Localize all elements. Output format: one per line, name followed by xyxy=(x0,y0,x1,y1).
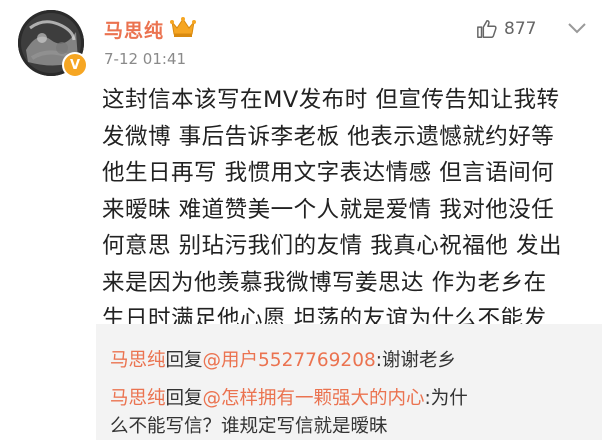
like-button[interactable]: 877 xyxy=(476,18,536,40)
reply-section: 马思纯回复@用户5527769208:谢谢老乡 马思纯回复@怎样拥有一颗强大的内… xyxy=(96,324,602,440)
verified-badge: V xyxy=(62,52,88,78)
reply-item-continued: 么不能写信？谁规定写信就是暧昧 xyxy=(110,412,388,438)
vip-v-icon: V xyxy=(69,57,81,73)
thumbs-up-icon xyxy=(477,20,497,38)
reply-author[interactable]: 马思纯 xyxy=(110,350,166,371)
reply-text: 么不能写信？谁规定写信就是暧昧 xyxy=(110,416,388,437)
chevron-down-icon[interactable] xyxy=(566,20,588,36)
reply-item[interactable]: 马思纯回复@用户5527769208:谢谢老乡 xyxy=(110,346,456,372)
post-line: 这封信本该写在MV发布时 但宣传告知让我转 xyxy=(102,87,560,113)
reply-verb: 回复 xyxy=(165,350,203,371)
crown-icon[interactable] xyxy=(170,16,196,38)
reply-mention[interactable]: @怎样拥有一颗强大的内心 xyxy=(203,388,425,409)
post-username[interactable]: 马思纯 xyxy=(104,16,164,43)
post-line: 来是因为他羡慕我微博写姜思达 作为老乡在 xyxy=(102,269,547,296)
post-line: 发微博 事后告诉李老板 他表示遗憾就约好等 xyxy=(102,123,555,150)
reply-item[interactable]: 马思纯回复@怎样拥有一颗强大的内心:为什 xyxy=(110,384,468,410)
post-line: 何意思 别玷污我们的友情 我真心祝福他 发出 xyxy=(102,233,562,259)
reply-text: :为什 xyxy=(424,388,468,409)
post-text: 这封信本该写在MV发布时 但宣传告知让我转 发微博 事后告诉李老板 他表示遗憾就… xyxy=(102,82,596,338)
reply-author[interactable]: 马思纯 xyxy=(110,388,166,409)
reply-verb: 回复 xyxy=(165,388,203,409)
post-timestamp: 7-12 01:41 xyxy=(104,50,187,68)
post-line: 他生日再写 我惯用文字表达情感 但言语间何 xyxy=(102,160,555,186)
like-count: 877 xyxy=(504,19,537,39)
reply-mention[interactable]: @用户5527769208 xyxy=(203,350,376,371)
post-line: 来暧昧 难道赞美一个人就是爱情 我对他没任 xyxy=(102,196,555,223)
reply-text: :谢谢老乡 xyxy=(375,350,456,371)
